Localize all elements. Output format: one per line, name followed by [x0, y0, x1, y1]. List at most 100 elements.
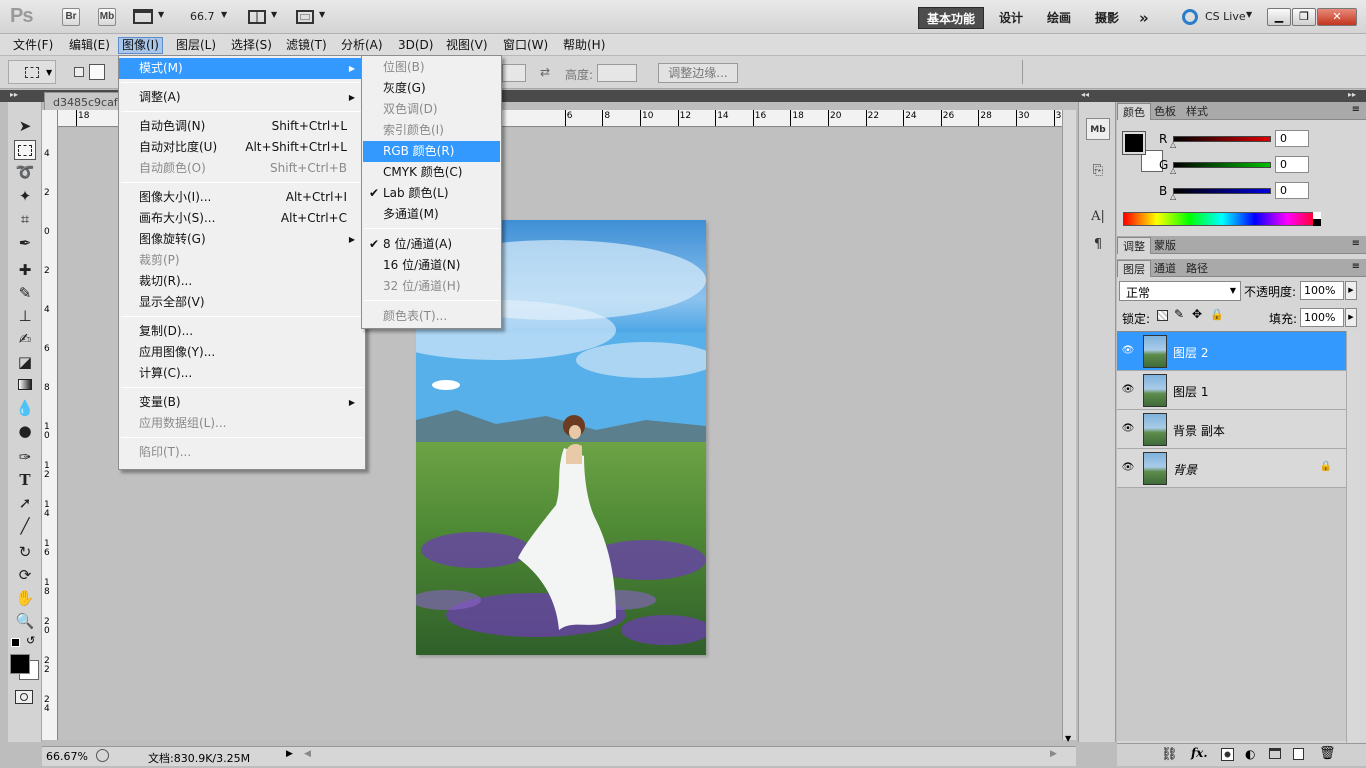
- image-menu-item[interactable]: 图像大小(I)... Alt+Ctrl+I: [119, 187, 365, 208]
- history-brush-tool-icon[interactable]: ✍: [14, 329, 36, 349]
- fx-icon[interactable]: fx.: [1191, 746, 1208, 760]
- zoom-tool-icon[interactable]: 🔍: [14, 611, 36, 631]
- foreground-color-swatch[interactable]: [10, 654, 30, 674]
- slider-handle-icon[interactable]: △: [1170, 166, 1176, 175]
- mode-menu-item[interactable]: CMYK 颜色(C): [363, 162, 500, 183]
- slider-handle-icon[interactable]: △: [1170, 192, 1176, 201]
- swap-colors-icon[interactable]: ↺: [26, 634, 35, 647]
- mode-menu-item[interactable]: 32 位/通道(H): [363, 276, 500, 297]
- slider-handle-icon[interactable]: △: [1170, 140, 1176, 149]
- mode-menu-item[interactable]: RGB 颜色(R): [363, 141, 500, 162]
- workspace-photography[interactable]: 摄影: [1087, 7, 1127, 29]
- chevron-down-icon[interactable]: ▼: [1246, 10, 1252, 19]
- zoom-level-field[interactable]: 66.7: [190, 10, 215, 23]
- visibility-eye-icon[interactable]: 👁: [1121, 423, 1135, 435]
- mode-menu-item[interactable]: 双色调(D): [363, 99, 500, 120]
- panel-menu-icon[interactable]: ≡: [1352, 261, 1360, 272]
- lock-image-icon[interactable]: ✎: [1174, 307, 1184, 321]
- default-colors-icon[interactable]: [11, 638, 20, 647]
- image-menu-item[interactable]: 图像旋转(G) ▶: [119, 229, 365, 250]
- black-white-ramp[interactable]: [1313, 212, 1321, 226]
- tab-channels[interactable]: 通道: [1149, 260, 1181, 277]
- adjustment-layer-icon[interactable]: ◐: [1245, 747, 1255, 761]
- layers-scrollbar[interactable]: [1346, 331, 1360, 743]
- healing-brush-tool-icon[interactable]: ✚: [14, 260, 36, 280]
- menu-filter[interactable]: 滤镜(T): [283, 37, 330, 54]
- chevron-down-icon[interactable]: ▼: [319, 10, 325, 19]
- lasso-tool-icon[interactable]: ➰: [14, 162, 36, 182]
- dodge-tool-icon[interactable]: ●: [14, 421, 36, 441]
- swap-icon[interactable]: ⇄: [540, 65, 550, 79]
- opacity-dropdown-arrow[interactable]: ▶: [1345, 281, 1357, 300]
- line-tool-icon[interactable]: ╱: [14, 516, 36, 536]
- menu-file[interactable]: 文件(F): [10, 37, 56, 54]
- path-selection-tool-icon[interactable]: ➚: [14, 493, 36, 513]
- image-menu-item[interactable]: 显示全部(V): [119, 292, 365, 313]
- fill-field[interactable]: 100%: [1300, 308, 1344, 327]
- color-spectrum-bar[interactable]: [1123, 212, 1321, 226]
- crop-tool-icon[interactable]: ⌗: [14, 209, 36, 229]
- blend-mode-select[interactable]: 正常 ▼: [1119, 281, 1241, 301]
- new-selection-icon[interactable]: [74, 67, 84, 77]
- add-to-selection-icon[interactable]: [89, 64, 105, 80]
- mode-menu-item[interactable]: ✔ 8 位/通道(A): [363, 234, 500, 255]
- visibility-eye-icon[interactable]: 👁: [1121, 345, 1135, 357]
- quick-selection-tool-icon[interactable]: ✦: [14, 186, 36, 206]
- mode-menu-item[interactable]: ✔ Lab 颜色(L): [363, 183, 500, 204]
- menu-3d[interactable]: 3D(D): [395, 37, 436, 54]
- character-panel-icon[interactable]: A|: [1086, 206, 1110, 228]
- mode-menu-item[interactable]: 灰度(G): [363, 78, 500, 99]
- mode-menu-item[interactable]: 多通道(M): [363, 204, 500, 225]
- view-extras-icon[interactable]: [133, 9, 153, 24]
- new-group-icon[interactable]: [1269, 748, 1281, 759]
- mini-bridge-button[interactable]: Mb: [98, 8, 116, 26]
- layer-row[interactable]: 👁 背景 🔒: [1117, 449, 1346, 488]
- refine-edge-button[interactable]: 调整边缘...: [658, 63, 738, 83]
- layer-row[interactable]: 👁 图层 1: [1117, 371, 1346, 410]
- visibility-eye-icon[interactable]: 👁: [1121, 462, 1135, 474]
- image-menu-item[interactable]: 自动颜色(O) Shift+Ctrl+B: [119, 158, 365, 179]
- minimize-button[interactable]: ▁: [1267, 8, 1291, 26]
- tab-color[interactable]: 颜色: [1117, 103, 1151, 120]
- red-value[interactable]: 0: [1275, 130, 1309, 147]
- eyedropper-tool-icon[interactable]: ✒: [14, 233, 36, 253]
- mini-bridge-panel-icon[interactable]: Mb: [1086, 118, 1110, 140]
- image-menu-item[interactable]: 模式(M) ▶: [119, 58, 365, 79]
- cs-live-button[interactable]: CS Live: [1205, 10, 1246, 23]
- trash-icon[interactable]: 🗑: [1319, 746, 1336, 761]
- mode-menu-item[interactable]: 16 位/通道(N): [363, 255, 500, 276]
- lock-position-icon[interactable]: ✥: [1192, 307, 1202, 321]
- layer-row[interactable]: 👁 图层 2: [1117, 332, 1346, 371]
- 3d-orbit-tool-icon[interactable]: ⟳: [14, 565, 36, 585]
- visibility-eye-icon[interactable]: 👁: [1121, 384, 1135, 396]
- paragraph-panel-icon[interactable]: ¶: [1086, 234, 1110, 256]
- panel-menu-icon[interactable]: ≡: [1352, 238, 1360, 249]
- menu-view[interactable]: 视图(V): [443, 37, 491, 54]
- chevron-down-icon[interactable]: ▼: [46, 68, 52, 77]
- more-workspaces-button[interactable]: »: [1131, 7, 1157, 29]
- tab-paths[interactable]: 路径: [1181, 260, 1213, 277]
- tab-swatches[interactable]: 色板: [1149, 103, 1181, 120]
- status-menu-arrow[interactable]: ▶: [286, 749, 296, 763]
- clone-stamp-tool-icon[interactable]: ⊥: [14, 306, 36, 326]
- workspace-essentials[interactable]: 基本功能: [918, 7, 985, 29]
- green-slider[interactable]: [1173, 162, 1271, 168]
- mode-menu-item[interactable]: 位图(B): [363, 57, 500, 78]
- menu-window[interactable]: 窗口(W): [500, 37, 551, 54]
- menu-analysis[interactable]: 分析(A): [338, 37, 386, 54]
- image-menu-item[interactable]: 调整(A) ▶: [119, 87, 365, 108]
- scroll-left-arrow[interactable]: ◀: [304, 749, 311, 759]
- workspace-painting[interactable]: 绘画: [1039, 7, 1079, 29]
- tab-layers[interactable]: 图层: [1117, 260, 1151, 277]
- lock-all-icon[interactable]: 🔒: [1210, 308, 1224, 321]
- pen-tool-icon[interactable]: ✑: [14, 447, 36, 467]
- expand-panel-icon[interactable]: ▸▸: [10, 90, 18, 99]
- image-menu-item[interactable]: 计算(C)...: [119, 363, 365, 384]
- panel-menu-icon[interactable]: ≡: [1352, 104, 1360, 115]
- brush-tool-icon[interactable]: ✎: [14, 283, 36, 303]
- collapse-panel-icon[interactable]: ◂◂: [1081, 90, 1089, 99]
- 3d-rotate-tool-icon[interactable]: ↻: [14, 542, 36, 562]
- mode-menu-item[interactable]: 索引颜色(I): [363, 120, 500, 141]
- menu-help[interactable]: 帮助(H): [560, 37, 608, 54]
- move-tool-icon[interactable]: ➤: [14, 116, 36, 136]
